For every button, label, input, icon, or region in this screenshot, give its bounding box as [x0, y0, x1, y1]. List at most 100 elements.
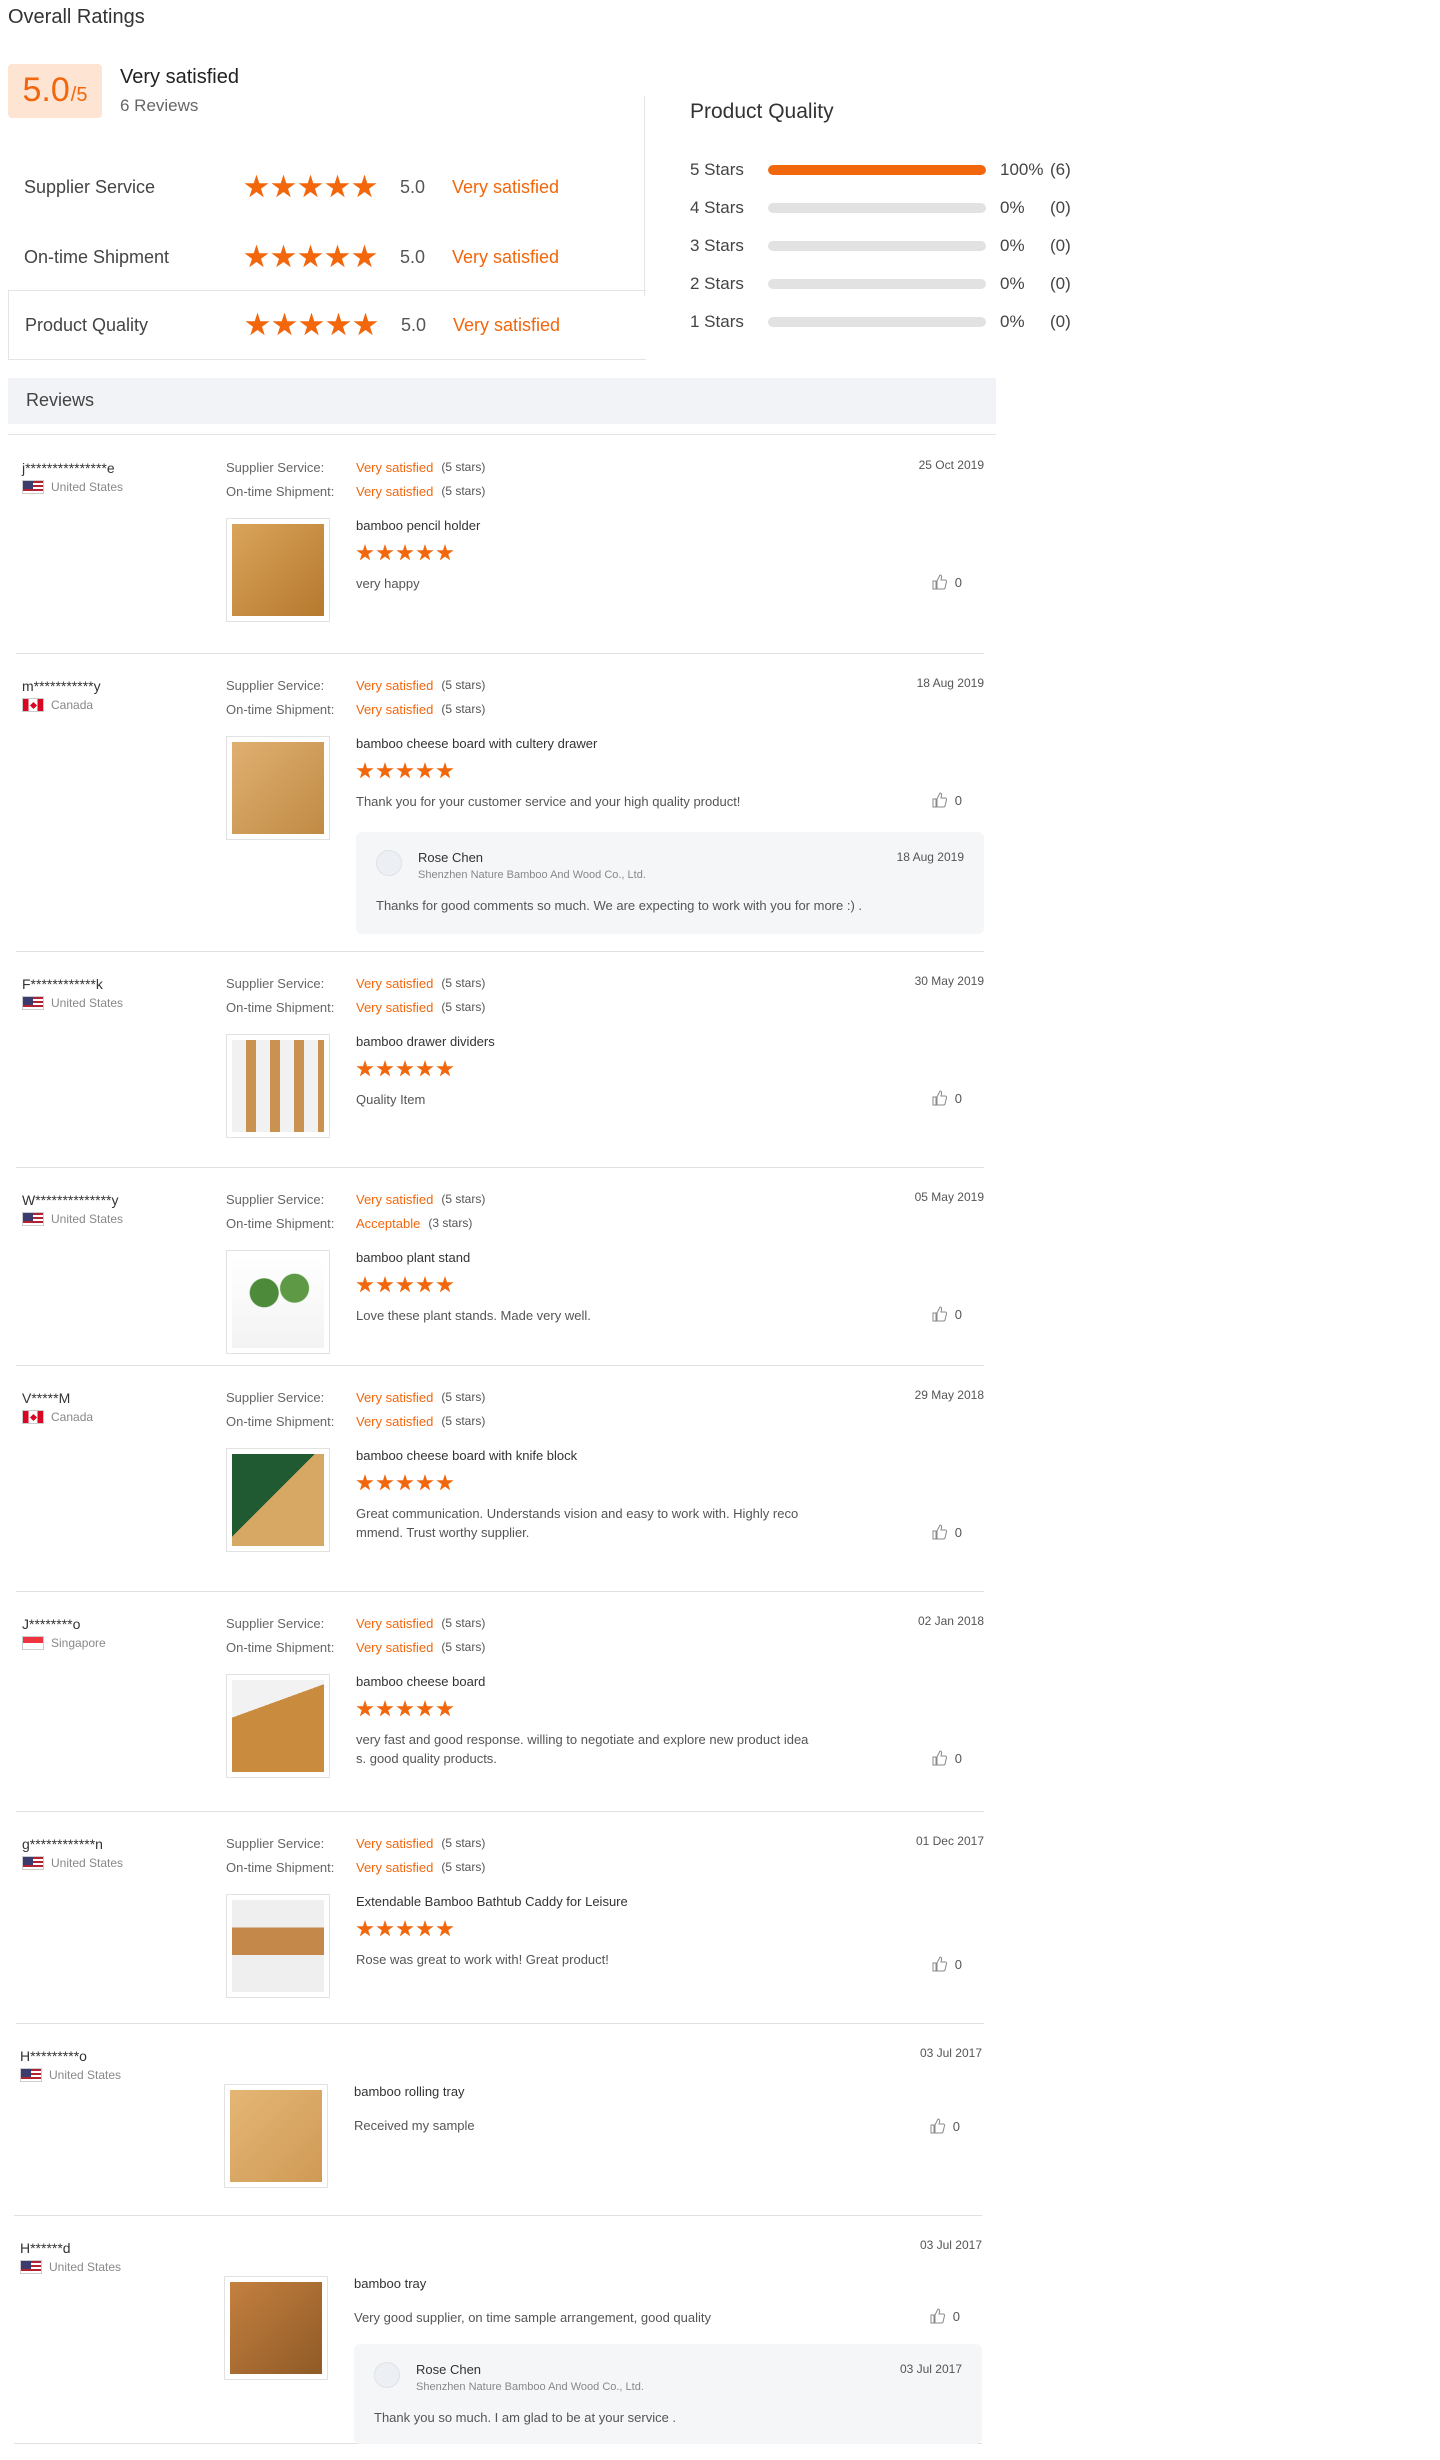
- star-icon: [356, 544, 374, 561]
- star-icon: [356, 1474, 374, 1491]
- product-name[interactable]: Extendable Bamboo Bathtub Caddy for Leis…: [356, 1894, 628, 1909]
- meta-stars: (5 stars): [441, 1860, 486, 1874]
- meta-value: Very satisfied: [356, 678, 434, 693]
- like-button[interactable]: 0: [931, 792, 962, 808]
- like-button[interactable]: 0: [931, 1306, 962, 1322]
- distribution-bar: [768, 317, 986, 327]
- product-name[interactable]: bamboo cheese board with knife block: [356, 1448, 577, 1463]
- category-stars: [244, 174, 400, 200]
- product-thumbnail[interactable]: [224, 2084, 328, 2188]
- reviewer-country: United States: [22, 480, 123, 494]
- star-icon: [325, 244, 350, 268]
- flag-us-icon: [22, 996, 44, 1010]
- flag-us-icon: [22, 1856, 44, 1870]
- category-name: Supplier Service: [24, 176, 156, 197]
- category-score: 5.0: [401, 314, 427, 335]
- product-thumbnail[interactable]: [226, 1250, 330, 1354]
- like-count: 0: [954, 1524, 962, 1540]
- review-date: 29 May 2018: [914, 1388, 984, 1402]
- distribution-count: (0): [1050, 274, 1071, 293]
- distribution-bar: [768, 203, 986, 213]
- distribution-label: 1 Stars: [690, 312, 744, 331]
- product-name[interactable]: bamboo cheese board with cultery drawer: [356, 736, 597, 751]
- like-button[interactable]: 0: [931, 1750, 962, 1766]
- ontime-shipment-rating: On-time Shipment: Acceptable (3 stars): [226, 1216, 472, 1231]
- meta-value: Very satisfied: [356, 1192, 434, 1207]
- star-icon: [436, 1276, 454, 1293]
- reply-date: 03 Jul 2017: [899, 2362, 962, 2376]
- star-icon: [396, 1060, 414, 1077]
- country-name: United States: [49, 2260, 122, 2274]
- product-stars: [356, 1920, 454, 1938]
- like-button[interactable]: 0: [931, 1524, 962, 1540]
- country-name: United States: [51, 1212, 124, 1226]
- divider: [8, 434, 996, 435]
- like-button[interactable]: 0: [929, 2118, 960, 2134]
- star-icon: [298, 174, 323, 198]
- review-text: Rose was great to work with! Great produ…: [356, 1952, 609, 1967]
- star-icon: [416, 1276, 434, 1293]
- reviewer-country: Canada: [22, 1410, 93, 1424]
- like-button[interactable]: 0: [929, 2308, 960, 2324]
- meta-value: Very satisfied: [356, 460, 434, 475]
- product-name[interactable]: bamboo pencil holder: [356, 518, 480, 533]
- star-icon: [376, 1276, 394, 1293]
- review-text-line: Great communication. Understands vision …: [356, 1506, 799, 1521]
- reviewer-name: j***************e: [22, 460, 115, 476]
- product-thumbnail[interactable]: [226, 518, 330, 622]
- like-button[interactable]: 0: [931, 1956, 962, 1972]
- review-card: H******d United States 03 Jul 2017 bambo…: [14, 2216, 982, 2444]
- product-image: [232, 1454, 324, 1546]
- distribution-percent: 0%: [1000, 198, 1025, 217]
- reviews-tab[interactable]: Reviews: [8, 378, 996, 424]
- like-button[interactable]: 0: [931, 574, 962, 590]
- flag-us-icon: [22, 480, 44, 494]
- product-thumbnail[interactable]: [226, 736, 330, 840]
- product-thumbnail[interactable]: [226, 1034, 330, 1138]
- meta-label: Supplier Service:: [226, 678, 325, 693]
- supplier-service-rating: Supplier Service: Very satisfied (5 stars): [226, 976, 485, 991]
- distribution-row-1: 1 Stars 0% (0): [690, 310, 1090, 334]
- supplier-reply: Rose Chen Shenzhen Nature Bamboo And Woo…: [356, 832, 984, 934]
- product-thumbnail[interactable]: [226, 1674, 330, 1778]
- product-name[interactable]: bamboo plant stand: [356, 1250, 470, 1265]
- review-card: g************n United States Supplier Se…: [16, 1812, 984, 2024]
- product-name[interactable]: bamboo drawer dividers: [356, 1034, 495, 1049]
- product-thumbnail[interactable]: [224, 2276, 328, 2380]
- star-icon: [436, 1700, 454, 1717]
- review-text-line: very fast and good response. willing to …: [356, 1732, 809, 1747]
- star-icon: [396, 762, 414, 779]
- meta-value: Very satisfied: [356, 1640, 434, 1655]
- supplier-service-rating: Supplier Service: Very satisfied (5 stars): [226, 1390, 485, 1405]
- ontime-shipment-rating: On-time Shipment: Very satisfied (5 stars): [226, 1000, 485, 1015]
- meta-stars: (5 stars): [441, 1616, 486, 1630]
- category-name: On-time Shipment: [24, 246, 170, 267]
- category-name: Product Quality: [25, 314, 149, 335]
- category-row-product-quality[interactable]: Product Quality 5.0 Very satisfied: [8, 290, 646, 360]
- meta-label: Supplier Service:: [226, 1616, 325, 1631]
- product-name[interactable]: bamboo tray: [354, 2276, 426, 2291]
- product-name[interactable]: bamboo rolling tray: [354, 2084, 465, 2099]
- meta-value: Very satisfied: [356, 1616, 434, 1631]
- review-date: 01 Dec 2017: [915, 1834, 984, 1848]
- product-thumbnail[interactable]: [226, 1894, 330, 1998]
- meta-label: Supplier Service:: [226, 1192, 325, 1207]
- product-thumbnail[interactable]: [226, 1448, 330, 1552]
- star-icon: [272, 312, 297, 336]
- meta-stars: (3 stars): [428, 1216, 473, 1230]
- review-date: 03 Jul 2017: [919, 2046, 982, 2060]
- reply-company: Shenzhen Nature Bamboo And Wood Co., Ltd…: [416, 2381, 644, 2393]
- reviewer-country: United States: [22, 1856, 123, 1870]
- review-card: V*****M Canada Supplier Service: Very sat…: [16, 1366, 984, 1592]
- star-icon: [376, 1700, 394, 1717]
- like-count: 0: [952, 2118, 960, 2134]
- product-name[interactable]: bamboo cheese board: [356, 1674, 485, 1689]
- star-icon: [396, 1474, 414, 1491]
- review-text: Great communication. Understands vision …: [356, 1504, 856, 1542]
- supplier-reply: Rose Chen Shenzhen Nature Bamboo And Woo…: [354, 2344, 982, 2444]
- like-button[interactable]: 0: [931, 1090, 962, 1106]
- distribution-label: 5 Stars: [690, 160, 744, 179]
- ontime-shipment-rating: On-time Shipment: Very satisfied (5 stars): [226, 484, 485, 499]
- like-count: 0: [954, 1306, 962, 1322]
- meta-value: Very satisfied: [356, 484, 434, 499]
